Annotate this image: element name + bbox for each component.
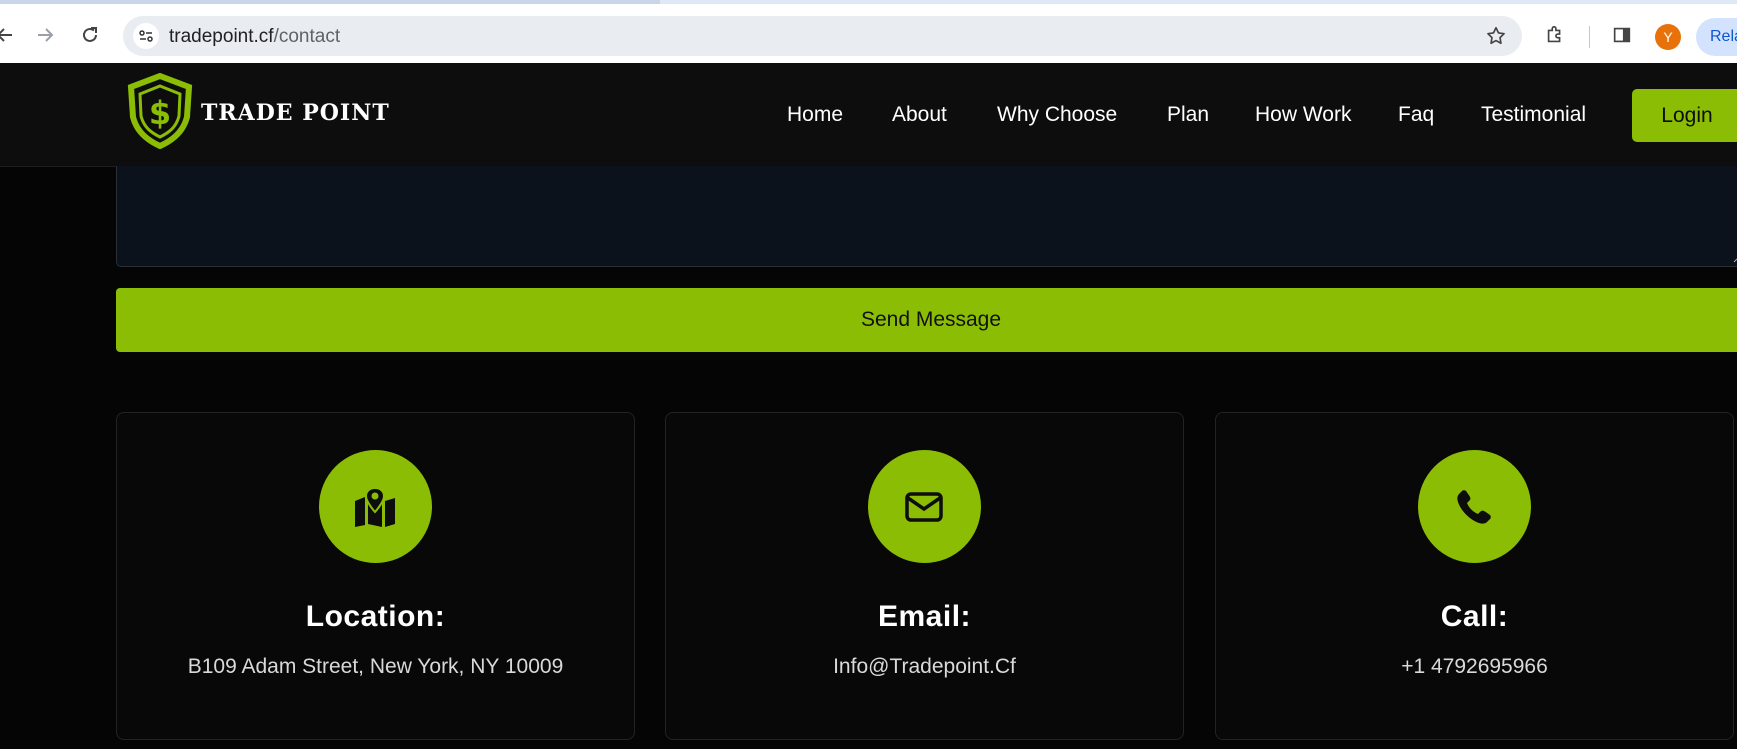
url-domain: tradepoint.cf xyxy=(169,26,274,47)
nav-how-work[interactable]: How Work xyxy=(1255,103,1351,127)
url-path: /contact xyxy=(273,26,341,47)
forward-arrow-icon[interactable] xyxy=(32,22,58,48)
nav-faq[interactable]: Faq xyxy=(1398,103,1434,127)
relaunch-button[interactable]: Rela xyxy=(1696,18,1737,56)
contact-card-location: Location: B109 Adam Street, New York, NY… xyxy=(116,412,635,740)
address-bar[interactable]: tradepoint.cf/contact xyxy=(123,16,1522,56)
card-title: Email: xyxy=(877,600,972,633)
card-title: Location: xyxy=(305,600,446,633)
side-panel-icon[interactable] xyxy=(1609,22,1635,48)
send-message-button[interactable]: Send Message xyxy=(116,288,1737,352)
profile-avatar[interactable]: Y xyxy=(1655,24,1681,50)
card-text[interactable]: Info@Tradepoint.Cf xyxy=(666,655,1183,679)
logo-text: TRADE POINT xyxy=(201,100,390,126)
nav-why-choose[interactable]: Why Choose xyxy=(997,103,1117,127)
map-location-icon xyxy=(318,450,432,563)
nav-home[interactable]: Home xyxy=(787,103,843,127)
shield-dollar-icon: $ xyxy=(125,72,195,154)
login-button[interactable]: Login xyxy=(1632,89,1737,142)
site-info-icon[interactable] xyxy=(133,23,159,49)
card-title: Call: xyxy=(1440,600,1509,633)
nav-plan[interactable]: Plan xyxy=(1167,103,1209,127)
address-url[interactable]: tradepoint.cf/contact xyxy=(169,26,340,48)
toolbar-separator xyxy=(1589,26,1590,48)
reload-icon[interactable] xyxy=(77,22,103,48)
extensions-icon[interactable] xyxy=(1542,22,1568,48)
resize-handle-icon[interactable] xyxy=(1733,254,1737,263)
svg-text:$: $ xyxy=(149,94,171,132)
browser-toolbar: tradepoint.cf/contact Y Rela xyxy=(0,4,1737,63)
site-header: $ TRADE POINT Home About Why Choose Plan… xyxy=(0,63,1737,167)
contact-card-call: Call: +1 4792695966 xyxy=(1215,412,1734,740)
message-textarea[interactable] xyxy=(116,166,1737,267)
back-arrow-icon[interactable] xyxy=(0,22,18,48)
bookmark-star-icon[interactable] xyxy=(1484,24,1508,48)
envelope-icon xyxy=(867,450,981,563)
phone-icon xyxy=(1417,450,1531,563)
site-logo[interactable]: $ TRADE POINT xyxy=(125,72,390,154)
contact-card-email: Email: Info@Tradepoint.Cf xyxy=(665,412,1184,740)
nav-testimonial[interactable]: Testimonial xyxy=(1481,103,1586,127)
card-text: B109 Adam Street, New York, NY 10009 xyxy=(187,655,564,678)
nav-about[interactable]: About xyxy=(892,103,947,127)
card-text[interactable]: +1 4792695966 xyxy=(1216,655,1733,679)
